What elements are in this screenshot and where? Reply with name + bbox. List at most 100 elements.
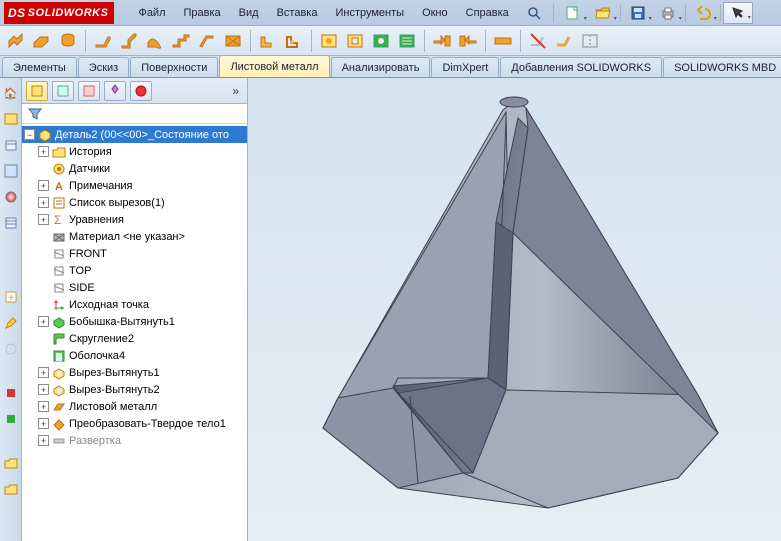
tree-tab-overflow[interactable]: » [228,84,243,98]
tree-material[interactable]: Материал <не указан> [22,228,247,245]
menu-view[interactable]: Вид [231,3,267,23]
expand-icon[interactable]: + [38,367,49,378]
expand-icon[interactable]: + [38,435,49,446]
expand-icon[interactable]: + [38,418,49,429]
tree-tab-property-icon[interactable] [52,81,74,101]
tree-side[interactable]: SIDE [22,279,247,296]
sensor-icon [51,161,67,177]
expand-icon[interactable]: + [38,401,49,412]
tree-history[interactable]: + История [22,143,247,160]
expand-icon[interactable]: + [38,180,49,191]
tree-sheetmetal[interactable]: + Листовой металл [22,398,247,415]
tree-annotations[interactable]: + A Примечания [22,177,247,194]
flatten-button[interactable] [491,29,515,53]
expand-icon[interactable]: + [38,384,49,395]
menu-search-icon[interactable] [519,2,549,24]
taskpane-folder2-icon[interactable] [2,480,20,498]
lofted-bend-button[interactable] [56,29,80,53]
jog-button[interactable] [169,29,193,53]
print-button[interactable]: ▾ [653,2,683,24]
3d-viewport[interactable] [248,78,781,541]
closed-corner-button[interactable] [256,29,280,53]
tab-elements[interactable]: Элементы [2,57,77,77]
tree-tab-display-icon[interactable] [130,81,152,101]
hem-button[interactable] [143,29,167,53]
menu-edit[interactable]: Правка [176,3,229,23]
tree-shell[interactable]: Оболочка4 [22,347,247,364]
simple-hole-button[interactable] [369,29,393,53]
taskpane-folder1-icon[interactable] [2,454,20,472]
tree-sensors[interactable]: Датчики [22,160,247,177]
taskpane-red-icon[interactable] [2,384,20,402]
no-bends-button[interactable] [526,29,550,53]
tree-origin[interactable]: Исходная точка [22,296,247,313]
select-button[interactable]: ▾ [723,2,753,24]
taskpane-pencil-icon[interactable] [2,314,20,332]
convert-button[interactable] [30,29,54,53]
edge-flange-button[interactable] [91,29,115,53]
tree-convert[interactable]: + Преобразовать-Твердое тело1 [22,415,247,432]
tree-item-label: Оболочка4 [69,350,125,362]
taskpane-library-icon[interactable] [2,110,20,128]
insert-bends-button[interactable] [552,29,576,53]
cross-break-button[interactable] [221,29,245,53]
tree-cut-extrude-1[interactable]: + Вырез-Вытянуть1 [22,364,247,381]
fold-button[interactable] [456,29,480,53]
new-button[interactable]: ▾ [558,2,588,24]
tree-top[interactable]: TOP [22,262,247,279]
tree-filter[interactable] [22,104,247,124]
tab-surfaces[interactable]: Поверхности [130,57,218,77]
undo-button[interactable]: ▾ [688,2,718,24]
forming-tool-button[interactable] [317,29,341,53]
save-button[interactable]: ▾ [623,2,653,24]
tree-tab-config-icon[interactable] [78,81,100,101]
taskpane-appearances-icon[interactable] [2,188,20,206]
open-button[interactable]: ▾ [588,2,618,24]
tree-cutlist[interactable]: + Список вырезов(1) [22,194,247,211]
tree-front[interactable]: FRONT [22,245,247,262]
expand-icon[interactable]: + [38,316,49,327]
menu-insert[interactable]: Вставка [269,3,326,23]
expand-icon[interactable]: + [38,146,49,157]
tree-fillet[interactable]: Скругление2 [22,330,247,347]
feature-tree[interactable]: − Деталь2 (00<<00>_Состояние ото + Истор… [22,124,247,541]
expand-icon[interactable]: + [38,214,49,225]
tree-tab-feature-icon[interactable] [26,81,48,101]
sketched-bend-button[interactable] [195,29,219,53]
tree-cut-extrude-2[interactable]: + Вырез-Вытянуть2 [22,381,247,398]
tab-addins[interactable]: Добавления SOLIDWORKS [500,57,662,77]
rip-button[interactable] [578,29,602,53]
expand-icon[interactable]: + [38,197,49,208]
tree-boss-extrude[interactable]: + Бобышка-Вытянуть1 [22,313,247,330]
tab-dimxpert[interactable]: DimXpert [431,57,499,77]
tree-root[interactable]: − Деталь2 (00<<00>_Состояние ото [22,126,247,143]
tree-flatten[interactable]: + Развертка [22,432,247,449]
tree-item-label: Исходная точка [69,299,149,311]
base-flange-button[interactable] [4,29,28,53]
tab-sheetmetal[interactable]: Листовой металл [219,55,329,77]
tree-equations[interactable]: + Σ Уравнения [22,211,247,228]
taskpane-properties-icon[interactable] [2,214,20,232]
extruded-cut-button[interactable] [343,29,367,53]
taskpane-green-icon[interactable] [2,410,20,428]
menu-window[interactable]: Окно [414,3,456,23]
plane-icon [51,246,67,262]
tree-item-label: Вырез-Вытянуть2 [69,384,160,396]
taskpane-explorer-icon[interactable] [2,136,20,154]
vent-button[interactable] [395,29,419,53]
tree-tab-dimxpert-icon[interactable] [104,81,126,101]
welded-corner-button[interactable] [282,29,306,53]
unfold-button[interactable] [430,29,454,53]
tab-analyze[interactable]: Анализировать [331,57,431,77]
tab-sketch[interactable]: Эскиз [78,57,129,77]
title-bar: DS SOLIDWORKS Файл Правка Вид Вставка Ин… [0,0,781,26]
menu-tools[interactable]: Инструменты [327,3,412,23]
miter-flange-button[interactable] [117,29,141,53]
menu-help[interactable]: Справка [458,3,517,23]
menu-file[interactable]: Файл [130,3,173,23]
tab-mbd[interactable]: SOLIDWORKS MBD [663,57,781,77]
collapse-icon[interactable]: − [24,129,35,140]
taskpane-view-icon[interactable] [2,162,20,180]
taskpane-resources-icon[interactable]: 🏠 [2,84,20,102]
taskpane-add-icon[interactable]: + [2,288,20,306]
